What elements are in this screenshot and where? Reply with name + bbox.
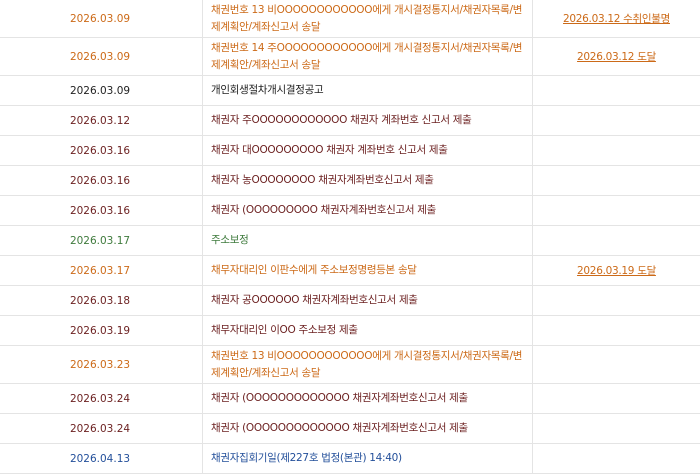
content-cell: 채권자 농OOOOOOOO 채권자계좌번호신고서 제출	[203, 166, 533, 195]
date-cell: 2026.03.09	[0, 38, 203, 75]
result-cell: 2026.03.19 도달	[533, 256, 700, 285]
date-cell: 2026.03.16	[0, 196, 203, 225]
content-cell: 채권자 대OOOOOOOOO 채권자 계좌번호 신고서 제출	[203, 136, 533, 165]
table-row: 2026.03.16 채권자 (OOOOOOOOO 채권자계좌번호신고서 제출	[0, 196, 700, 226]
result-cell	[533, 136, 700, 165]
result-cell	[533, 76, 700, 105]
content-cell: 채권번호 13 비OOOOOOOOOOOO에게 개시결정통지서/채권자목록/변제…	[203, 346, 533, 383]
content-cell: 채권번호 13 비OOOOOOOOOOOO에게 개시결정통지서/채권자목록/변제…	[203, 0, 533, 37]
content-cell: 개인회생절차개시결정공고	[203, 76, 533, 105]
content-cell: 주소보정	[203, 226, 533, 255]
result-cell	[533, 346, 700, 383]
delivery-result-link[interactable]: 2026.03.12 도달	[577, 49, 656, 64]
date-cell: 2026.03.19	[0, 316, 203, 345]
content-cell: 채권자 (OOOOOOOOOOOOO 채권자계좌번호신고서 제출	[203, 384, 533, 413]
content-cell: 채권자 주OOOOOOOOOOOO 채권자 계좌번호 신고서 제출	[203, 106, 533, 135]
result-cell: 2026.03.12 수취인불명	[533, 0, 700, 37]
result-cell	[533, 414, 700, 443]
date-cell: 2026.03.18	[0, 286, 203, 315]
result-cell	[533, 106, 700, 135]
delivery-result-link[interactable]: 2026.03.12 수취인불명	[563, 11, 670, 26]
content-cell: 채권자 공OOOOOO 채권자계좌번호신고서 제출	[203, 286, 533, 315]
content-cell: 채무자대리인 이OO 주소보정 제출	[203, 316, 533, 345]
content-cell: 채권자 (OOOOOOOOO 채권자계좌번호신고서 제출	[203, 196, 533, 225]
content-cell: 채권번호 14 주OOOOOOOOOOOO에게 개시결정통지서/채권자목록/변제…	[203, 38, 533, 75]
table-row: 2026.03.17 채무자대리인 이판수에게 주소보정명령등본 송달 2026.0…	[0, 256, 700, 286]
table-row: 2026.03.16 채권자 농OOOOOOOO 채권자계좌번호신고서 제출	[0, 166, 700, 196]
table-row: 2026.03.17 주소보정	[0, 226, 700, 256]
date-cell: 2026.03.24	[0, 384, 203, 413]
date-cell: 2026.03.17	[0, 256, 203, 285]
date-cell: 2026.03.17	[0, 226, 203, 255]
date-cell: 2026.03.23	[0, 346, 203, 383]
result-cell	[533, 166, 700, 195]
delivery-result-link[interactable]: 2026.03.19 도달	[577, 263, 656, 278]
content-cell: 채무자대리인 이판수에게 주소보정명령등본 송달	[203, 256, 533, 285]
table-row: 2026.04.13 채권자집회기일(제227호 법정(본관) 14:40)	[0, 444, 700, 474]
result-cell: 2026.03.12 도달	[533, 38, 700, 75]
table-row: 2026.03.18 채권자 공OOOOOO 채권자계좌번호신고서 제출	[0, 286, 700, 316]
content-cell: 채권자 (OOOOOOOOOOOOO 채권자계좌번호신고서 제출	[203, 414, 533, 443]
table-row: 2026.03.09 개인회생절차개시결정공고	[0, 76, 700, 106]
result-cell	[533, 316, 700, 345]
table-row: 2026.03.09 채권번호 14 주OOOOOOOOOOOO에게 개시결정통지…	[0, 38, 700, 76]
table-row: 2026.03.16 채권자 대OOOOOOOOO 채권자 계좌번호 신고서 제출	[0, 136, 700, 166]
date-cell: 2026.03.09	[0, 0, 203, 37]
table-row: 2026.03.09 채권번호 13 비OOOOOOOOOOOO에게 개시결정통지…	[0, 0, 700, 38]
date-cell: 2026.03.16	[0, 136, 203, 165]
date-cell: 2026.03.24	[0, 414, 203, 443]
table-row: 2026.03.24 채권자 (OOOOOOOOOOOOO 채권자계좌번호신고서 …	[0, 384, 700, 414]
result-cell	[533, 384, 700, 413]
table-row: 2026.03.23 채권번호 13 비OOOOOOOOOOOO에게 개시결정통지…	[0, 346, 700, 384]
table-row: 2026.03.19 채무자대리인 이OO 주소보정 제출	[0, 316, 700, 346]
result-cell	[533, 196, 700, 225]
result-cell	[533, 226, 700, 255]
date-cell: 2026.03.16	[0, 166, 203, 195]
date-cell: 2026.03.09	[0, 76, 203, 105]
table-row: 2026.03.24 채권자 (OOOOOOOOOOOOO 채권자계좌번호신고서 …	[0, 414, 700, 444]
table-row: 2026.03.12 채권자 주OOOOOOOOOOOO 채권자 계좌번호 신고서…	[0, 106, 700, 136]
result-cell	[533, 286, 700, 315]
case-progress-table: 2026.03.09 채권번호 13 비OOOOOOOOOOOO에게 개시결정통지…	[0, 0, 700, 474]
date-cell: 2026.03.12	[0, 106, 203, 135]
